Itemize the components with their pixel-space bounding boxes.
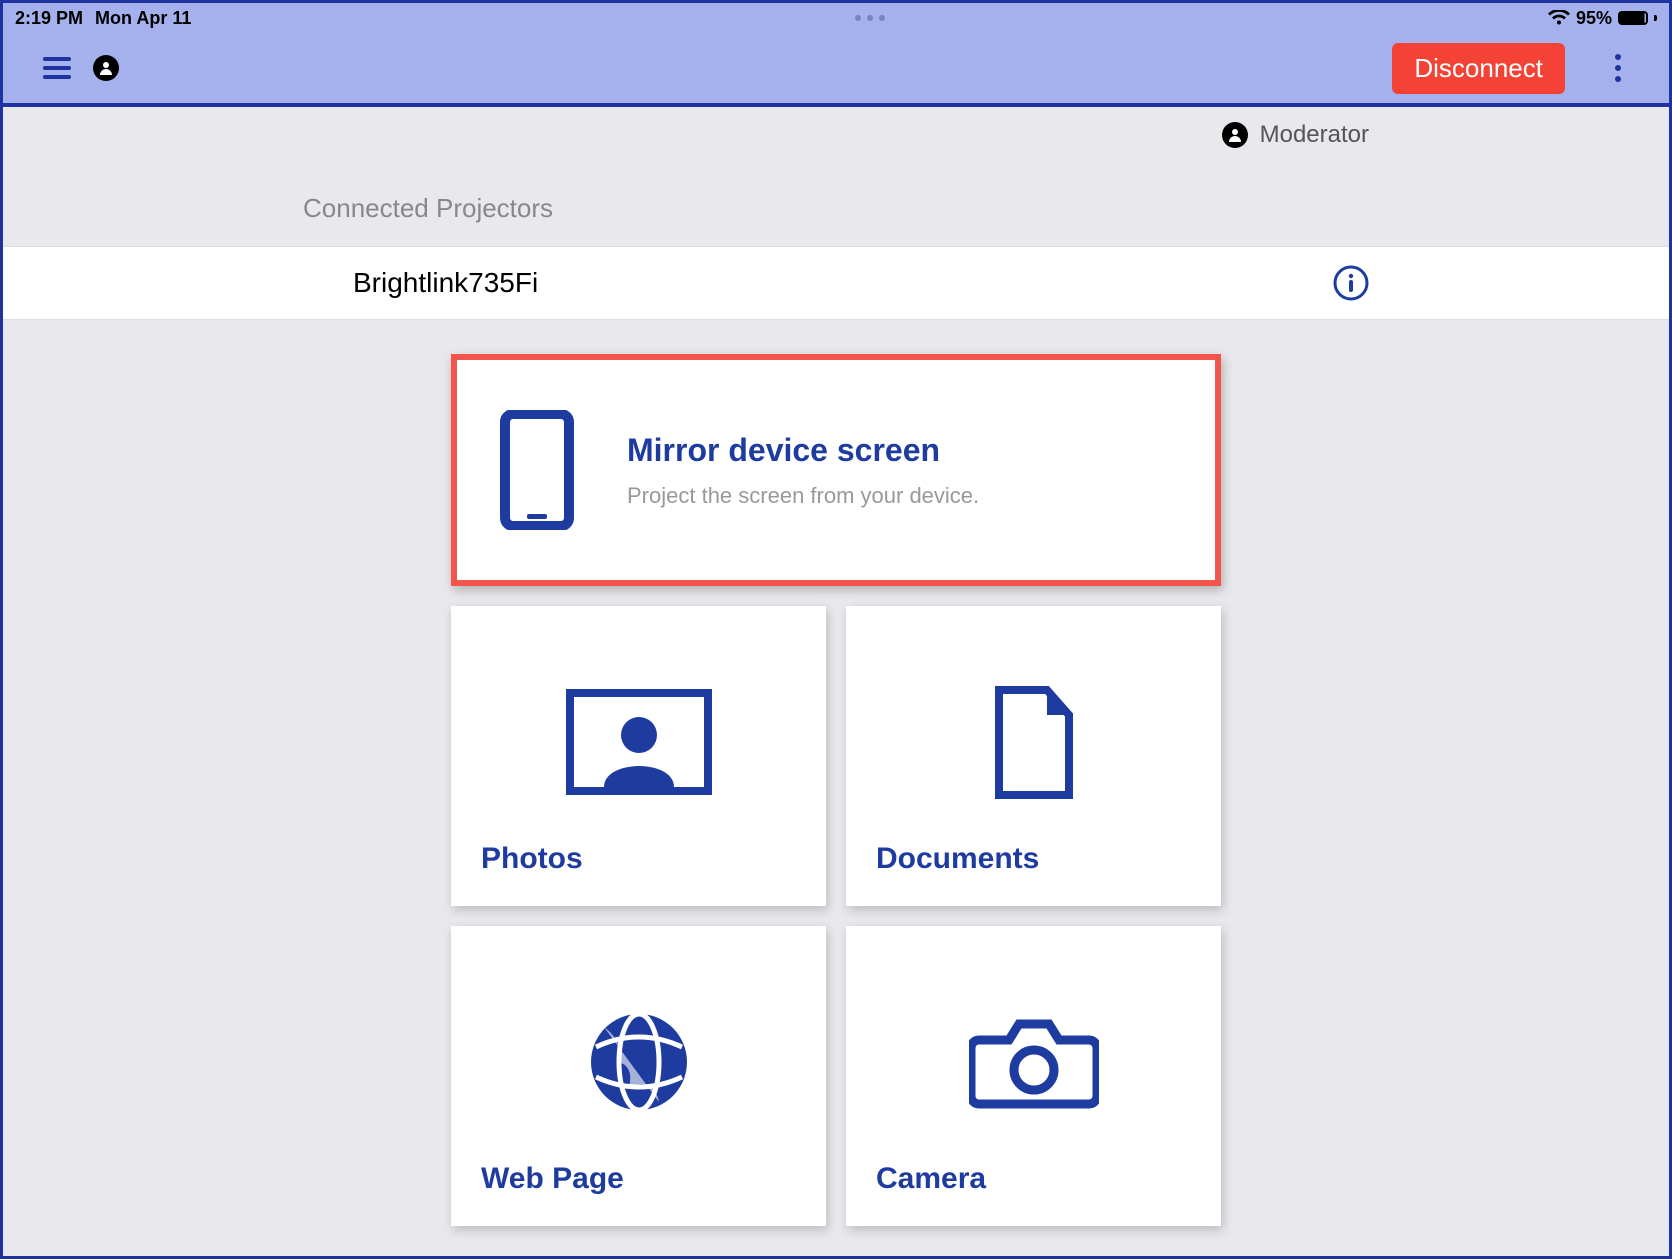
documents-label: Documents xyxy=(876,842,1191,876)
app-bar: Disconnect xyxy=(3,33,1669,107)
webpage-label: Web Page xyxy=(481,1162,796,1196)
document-icon xyxy=(876,642,1191,842)
photos-tile[interactable]: Photos xyxy=(451,606,826,906)
photos-label: Photos xyxy=(481,842,796,876)
webpage-tile[interactable]: Web Page xyxy=(451,926,826,1226)
mirror-subtitle: Project the screen from your device. xyxy=(627,483,979,509)
status-time: 2:19 PM xyxy=(15,8,83,29)
more-icon[interactable] xyxy=(1587,54,1649,82)
mirror-device-card[interactable]: Mirror device screen Project the screen … xyxy=(451,354,1221,586)
moderator-icon xyxy=(1222,122,1248,148)
menu-icon[interactable] xyxy=(43,57,71,79)
photo-icon xyxy=(481,642,796,842)
status-date: Mon Apr 11 xyxy=(95,8,191,29)
main-content: Moderator Connected Projectors Brightlin… xyxy=(3,107,1669,1226)
projector-row[interactable]: Brightlink735Fi xyxy=(3,246,1669,320)
documents-tile[interactable]: Documents xyxy=(846,606,1221,906)
camera-label: Camera xyxy=(876,1162,1191,1196)
globe-icon xyxy=(481,962,796,1162)
multitask-dots[interactable] xyxy=(191,15,1548,21)
wifi-icon xyxy=(1548,10,1570,26)
info-icon[interactable] xyxy=(1333,265,1369,301)
battery-percent: 95% xyxy=(1576,8,1612,29)
moderator-indicator: Moderator xyxy=(3,107,1669,163)
projector-name: Brightlink735Fi xyxy=(3,267,1333,299)
moderator-label: Moderator xyxy=(1260,121,1369,149)
battery-icon xyxy=(1618,11,1648,25)
camera-tile[interactable]: Camera xyxy=(846,926,1221,1226)
mirror-title: Mirror device screen xyxy=(627,432,979,469)
user-icon[interactable] xyxy=(93,55,119,81)
section-title: Connected Projectors xyxy=(3,163,1669,246)
status-bar: 2:19 PM Mon Apr 11 95% xyxy=(3,3,1669,33)
phone-icon xyxy=(497,410,577,530)
camera-icon xyxy=(876,962,1191,1162)
disconnect-button[interactable]: Disconnect xyxy=(1392,43,1565,94)
